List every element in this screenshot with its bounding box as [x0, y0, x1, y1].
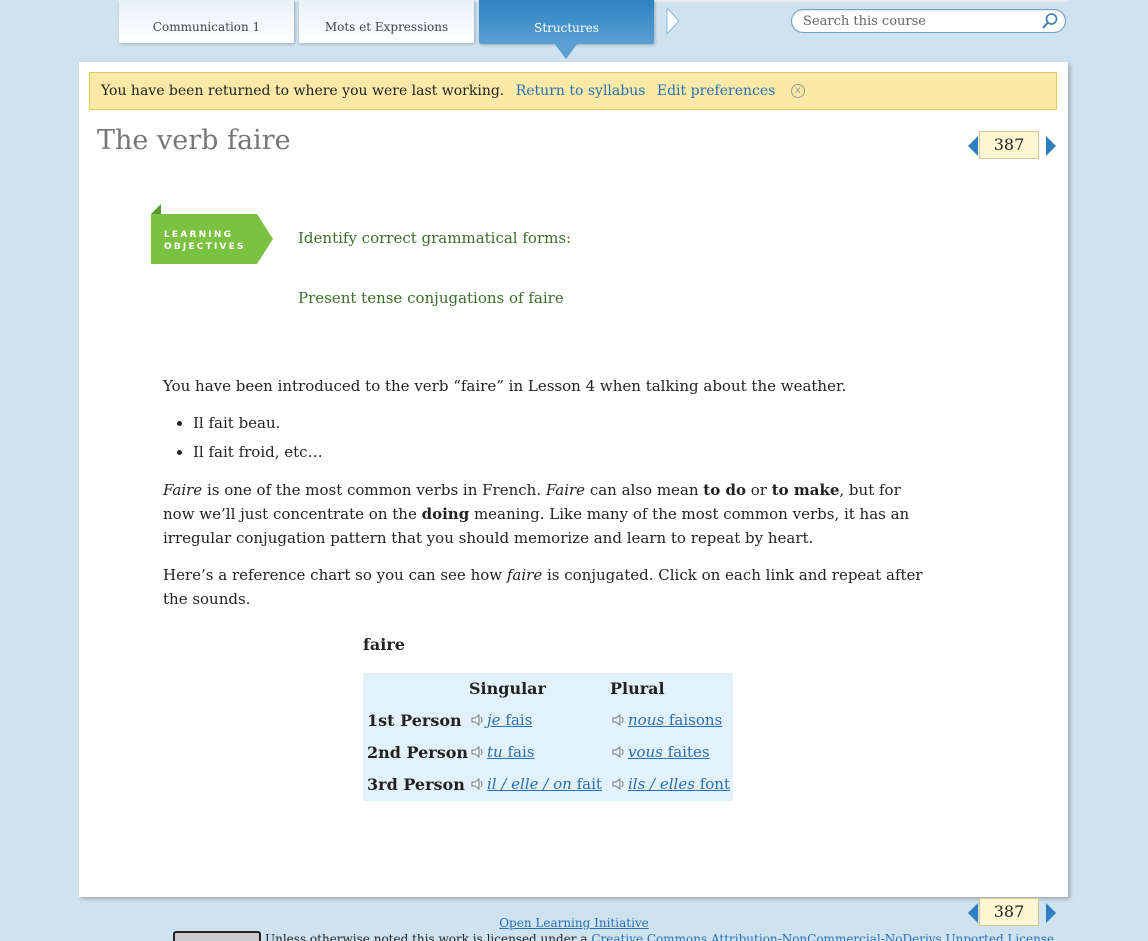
next-tab-arrow-icon[interactable]: [665, 6, 681, 36]
license-notice: Unless otherwise noted this work is lice…: [265, 932, 1054, 941]
list-item: Il fait beau.: [193, 411, 933, 435]
conjugation-table: Singular Plural 1st Person je fais nous …: [363, 673, 733, 801]
learning-objectives-label: LEARNING OBJECTIVES: [164, 230, 246, 252]
tab-structures-label: Structures: [534, 21, 599, 35]
speaker-icon: [612, 714, 624, 726]
row-label-1st-person: 1st Person: [367, 711, 462, 730]
search-icon[interactable]: [1041, 12, 1059, 30]
close-notice-icon[interactable]: x: [790, 84, 805, 98]
page-number[interactable]: 387: [979, 131, 1039, 159]
open-learning-initiative-link[interactable]: Open Learning Initiative: [499, 916, 649, 930]
search-input[interactable]: [803, 10, 1043, 33]
conjugation-title: faire: [363, 635, 405, 654]
audio-link-je-fais[interactable]: je fais: [471, 711, 532, 729]
return-to-syllabus-link[interactable]: Return to syllabus: [516, 83, 646, 99]
audio-link-ils-elles-font[interactable]: ils / elles font: [612, 775, 730, 793]
content-panel: You have been returned to where you were…: [79, 62, 1068, 897]
column-header-singular: Singular: [469, 679, 546, 698]
page-navigator-top: 387: [967, 131, 1057, 161]
row-label-2nd-person: 2nd Person: [367, 743, 469, 762]
footer: Open Learning Initiative: [0, 916, 1148, 930]
tab-structures[interactable]: Structures: [479, 0, 654, 59]
next-page-icon[interactable]: [1045, 136, 1057, 156]
audio-link-vous-faites[interactable]: vous faites: [612, 743, 710, 761]
creative-commons-badge-icon[interactable]: [173, 931, 261, 941]
edit-preferences-link[interactable]: Edit preferences: [657, 83, 775, 99]
row-label-3rd-person: 3rd Person: [367, 775, 465, 794]
list-item: Il fait froid, etc…: [193, 440, 933, 464]
audio-link-nous-faisons[interactable]: nous faisons: [612, 711, 722, 729]
return-notice: You have been returned to where you were…: [89, 72, 1057, 110]
audio-link-tu-fais[interactable]: tu fais: [471, 743, 534, 761]
speaker-icon: [612, 746, 624, 758]
speaker-icon: [471, 778, 483, 790]
column-header-plural: Plural: [610, 679, 665, 698]
objective-item: Identify correct grammatical forms:: [298, 229, 572, 247]
speaker-icon: [471, 746, 483, 758]
learning-objectives-badge: LEARNING OBJECTIVES: [151, 204, 273, 264]
weather-examples-list: Il fait beau. Il fait froid, etc…: [193, 411, 933, 464]
search-box: [791, 9, 1066, 33]
previous-page-icon[interactable]: [967, 136, 979, 156]
speaker-icon: [471, 714, 483, 726]
speaker-icon: [612, 778, 624, 790]
top-navigation: Communication 1 Mots et Expressions Stru…: [0, 0, 1148, 62]
intro-paragraph: You have been introduced to the verb “fa…: [163, 377, 847, 395]
audio-link-il-elle-on-fait[interactable]: il / elle / on fait: [471, 775, 602, 793]
notice-message: You have been returned to where you were…: [101, 83, 505, 99]
lesson-content: You have been introduced to the verb “fa…: [163, 374, 933, 624]
active-tab-pointer: [554, 43, 578, 59]
tab-communication-1[interactable]: Communication 1: [119, 0, 294, 43]
license-link[interactable]: Creative Commons Attribution-NonCommerci…: [591, 932, 1054, 941]
faire-meaning-paragraph: Faire is one of the most common verbs in…: [163, 481, 910, 547]
objective-item: Present tense conjugations of faire: [298, 289, 564, 307]
page-title: The verb faire: [97, 125, 291, 156]
reference-chart-paragraph: Here’s a reference chart so you can see …: [163, 566, 923, 608]
tab-mots-et-expressions[interactable]: Mots et Expressions: [299, 0, 474, 43]
